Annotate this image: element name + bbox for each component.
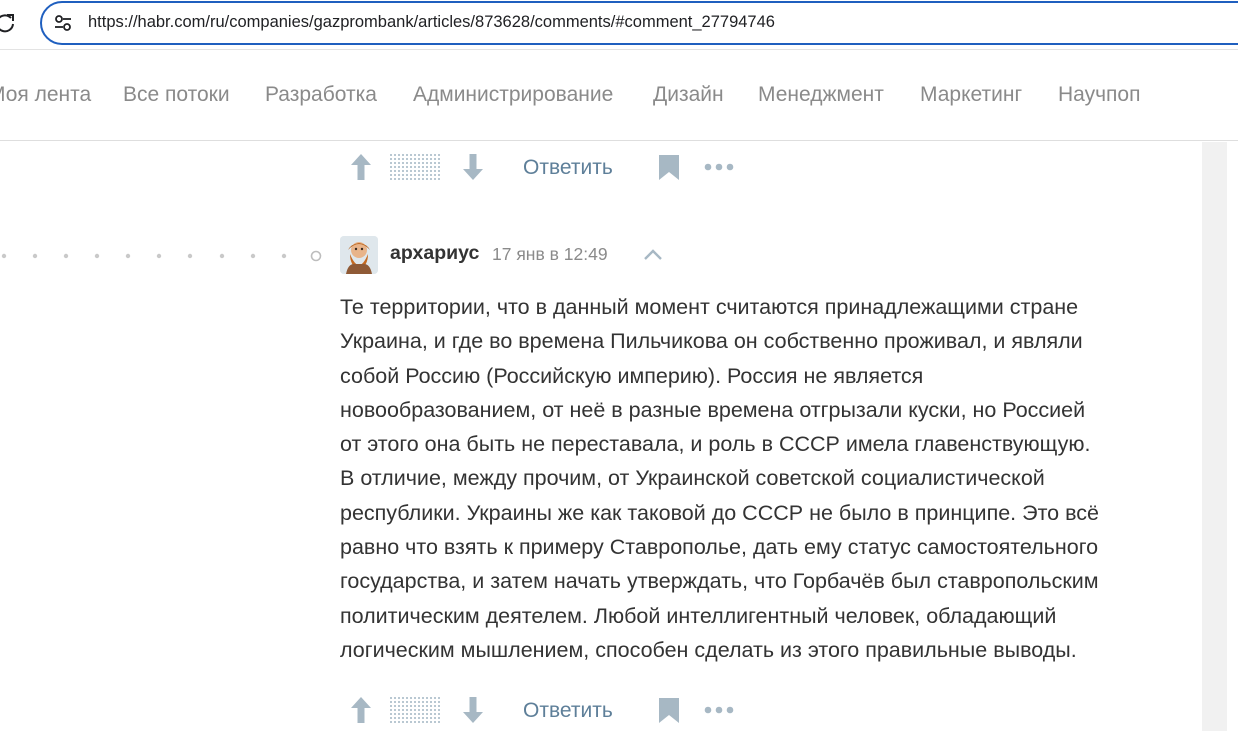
nav-item-design[interactable]: Дизайн <box>653 83 724 107</box>
rating-hidden-icon <box>390 154 440 182</box>
browser-address-bar: https://habr.com/ru/companies/gazpromban… <box>0 0 1238 50</box>
nav-item-all-streams[interactable]: Все потоки <box>123 83 230 107</box>
comment-line: Те территории, что в данный момент счита… <box>340 295 1079 319</box>
comment-line: новообразованием, от неё в разные времен… <box>340 397 1086 422</box>
avatar[interactable] <box>340 236 378 274</box>
arrow-down-icon[interactable] <box>462 153 484 181</box>
url-input[interactable]: https://habr.com/ru/companies/gazpromban… <box>40 1 1238 45</box>
comment-line: логическим мышлением, способен сделать и… <box>340 637 1077 662</box>
arrow-up-icon[interactable] <box>350 153 372 181</box>
nav-item-management[interactable]: Менеджмент <box>758 83 884 107</box>
comment-line: государства, и затем начать утверждать, … <box>340 569 1099 594</box>
comment-line: В отличие, между прочим, от Украинской с… <box>340 466 1045 491</box>
comment-actions: Ответить <box>340 690 780 730</box>
site-settings-icon[interactable] <box>52 12 74 34</box>
nav-item-popsci[interactable]: Научпоп <box>1058 83 1140 107</box>
bookmark-icon[interactable] <box>658 697 680 724</box>
scrollbar[interactable] <box>1202 142 1227 731</box>
more-dots-icon[interactable] <box>704 161 734 173</box>
comment-line: равно что взять к примеру Ставрополье, д… <box>340 535 1099 560</box>
comments-section: Ответить архариус 17 янв в 12:49 Те терр… <box>0 142 1238 731</box>
more-dots-icon[interactable] <box>704 704 734 716</box>
avatar-image <box>340 236 378 274</box>
arrow-down-icon[interactable] <box>462 696 484 724</box>
comment-line: собой Россию (Российскую империю). Росси… <box>340 363 924 388</box>
reply-link[interactable]: Ответить <box>523 156 613 180</box>
nav-item-development[interactable]: Разработка <box>265 83 377 107</box>
nav-item-administration[interactable]: Администрирование <box>413 83 613 107</box>
nav-item-my-feed[interactable]: Моя лента <box>0 83 91 107</box>
thread-indent-dots <box>1 250 322 262</box>
comment-body: Те территории, что в данный момент счита… <box>340 290 1180 667</box>
comment-line: республики. Украины же как таковой до СС… <box>340 500 1099 525</box>
comment-author[interactable]: архариус <box>390 242 479 265</box>
url-text: https://habr.com/ru/companies/gazpromban… <box>88 13 775 31</box>
comment-line: политическим деятелем. Любой интеллигент… <box>340 603 1057 628</box>
previous-comment-actions: Ответить <box>340 147 780 187</box>
comment-line: Украина, и где во времена Пильчикова он … <box>340 329 1083 354</box>
comment-line: от этого она быть не переставала, и роль… <box>340 432 1091 457</box>
nav-item-marketing[interactable]: Маркетинг <box>920 83 1022 107</box>
site-nav: Моя лента Все потоки Разработка Админист… <box>0 51 1238 141</box>
chevron-up-icon[interactable] <box>642 246 664 262</box>
reply-link[interactable]: Ответить <box>523 699 613 723</box>
arrow-up-icon[interactable] <box>350 696 372 724</box>
reload-icon[interactable] <box>0 12 16 34</box>
comment-timestamp[interactable]: 17 янв в 12:49 <box>492 244 608 265</box>
rating-hidden-icon <box>390 697 440 725</box>
bookmark-icon[interactable] <box>658 154 680 181</box>
